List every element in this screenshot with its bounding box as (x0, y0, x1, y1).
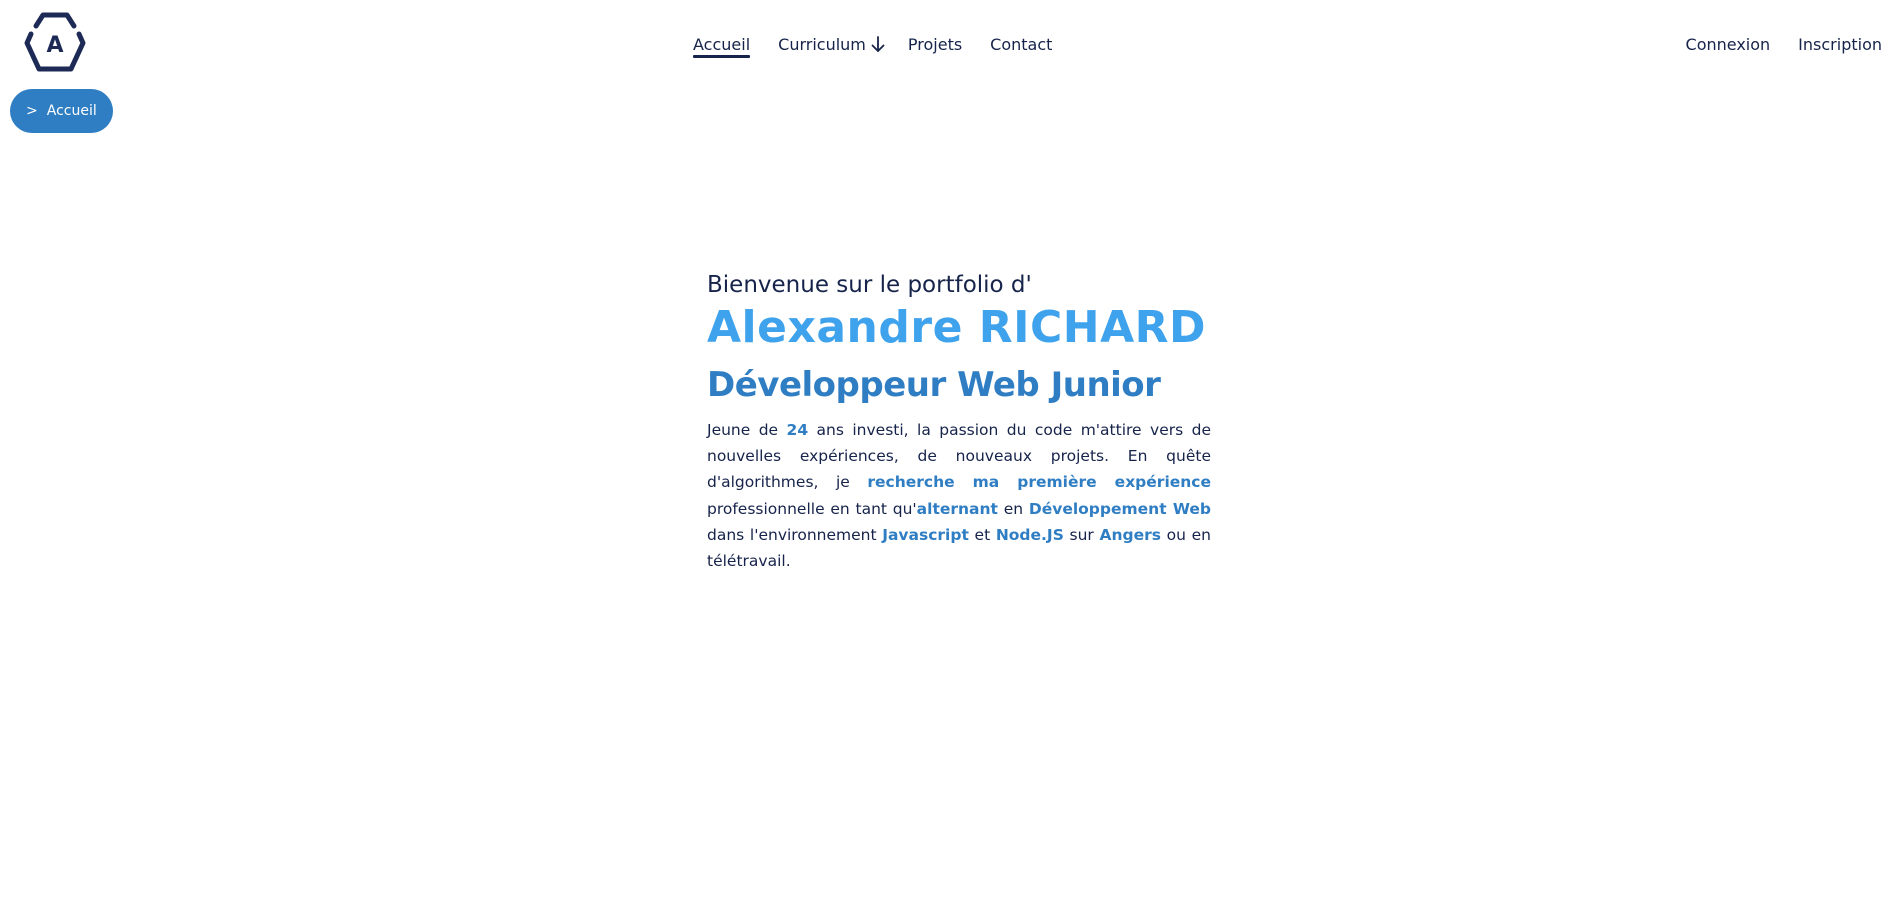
intro-text: en (997, 499, 1029, 518)
intro-highlight-alternant: alternant (916, 499, 998, 518)
main-nav: Accueil Curriculum Projets Contact (693, 31, 1052, 58)
intro-highlight-dev-web: Développement Web (1028, 499, 1211, 518)
intro-text: dans l'environnement (707, 525, 883, 544)
connexion-link[interactable]: Connexion (1686, 31, 1771, 57)
intro-paragraph: Jeune de 24 ans investi, la passion du c… (707, 417, 1211, 574)
auth-nav: Connexion Inscription (1686, 31, 1882, 57)
nav-curriculum-dropdown[interactable]: Curriculum (778, 31, 886, 57)
breadcrumb[interactable]: > Accueil (10, 89, 113, 133)
intro-highlight-age: 24 (786, 421, 809, 439)
hexagon-logo-icon[interactable]: A (24, 12, 86, 74)
intro-text: sur (1063, 525, 1100, 544)
breadcrumb-label: Accueil (46, 103, 97, 119)
logo-letter: A (46, 33, 63, 58)
owner-name: Alexandre RICHARD (707, 302, 1207, 353)
nav-projets[interactable]: Projets (908, 31, 962, 57)
nav-contact[interactable]: Contact (990, 31, 1052, 57)
nav-curriculum-label: Curriculum (778, 34, 866, 54)
inscription-link[interactable]: Inscription (1798, 31, 1882, 57)
arrow-down-icon (871, 36, 885, 52)
nav-accueil[interactable]: Accueil (693, 31, 751, 58)
intro-text: et (968, 525, 996, 544)
intro-text: Jeune de (707, 421, 787, 439)
job-title: Développeur Web Junior (707, 365, 1161, 405)
intro-highlight-javascript: Javascript (882, 525, 969, 544)
intro-text: professionnelle en tant qu' (707, 499, 917, 518)
hero-section: Bienvenue sur le portfolio d' Alexandre … (707, 267, 1211, 574)
intro-highlight-angers: Angers (1099, 525, 1161, 544)
intro-highlight-nodejs: Node.JS (995, 525, 1064, 544)
intro-highlight-search: recherche ma première expérience (867, 473, 1211, 492)
breadcrumb-arrow: > (26, 103, 38, 119)
welcome-text: Bienvenue sur le portfolio d' (707, 272, 1032, 298)
